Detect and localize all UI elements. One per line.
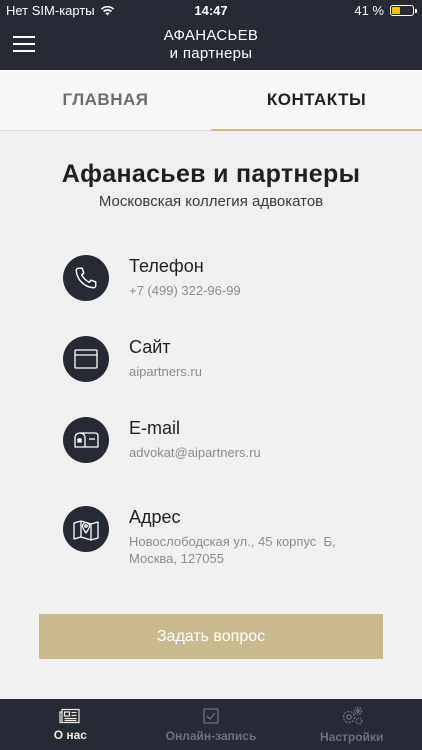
contact-phone[interactable]: Телефон +7 (499) 322-96-99 — [63, 255, 403, 305]
contact-website[interactable]: Сайт aipartners.ru — [63, 336, 403, 386]
contact-address-value: Новослободская ул., 45 корпус Б, Москва,… — [129, 533, 336, 567]
nav-item-about-label: О нас — [53, 727, 87, 742]
contact-email[interactable]: E-mail advokat@aipartners.ru — [63, 417, 403, 467]
ask-question-button[interactable]: Задать вопрос — [39, 614, 383, 659]
battery-percent: 41 % — [354, 3, 384, 18]
status-right: 41 % — [354, 3, 417, 18]
app-title: АФАНАСЬЕВ и партнеры — [0, 27, 422, 63]
status-bar: Нет SIM-карты 14:47 41 % — [0, 0, 422, 22]
app-title-line2: и партнеры — [169, 45, 253, 62]
company-header: Афанасьев и партнеры Московская коллегия… — [0, 160, 422, 210]
gears-icon — [342, 706, 363, 724]
checkbox-icon — [203, 707, 219, 724]
nav-item-about[interactable]: О нас — [0, 699, 141, 750]
contact-email-label: E-mail — [129, 418, 181, 438]
contact-phone-value: +7 (499) 322-96-99 — [129, 283, 241, 298]
contact-website-value: aipartners.ru — [129, 364, 202, 379]
nav-item-booking-label: Онлайн-запись — [165, 728, 257, 743]
mailbox-icon — [63, 417, 109, 463]
app-title-line1: АФАНАСЬЕВ — [163, 27, 259, 44]
tab-bar: ГЛАВНАЯ КОНТАКТЫ — [0, 70, 422, 131]
battery-fill — [392, 7, 401, 14]
nav-item-booking[interactable]: Онлайн-запись — [141, 699, 282, 750]
phone-icon — [63, 255, 109, 301]
map-icon — [63, 506, 109, 552]
contact-address-label: Адрес — [129, 507, 181, 527]
contact-address[interactable]: Адрес Новослободская ул., 45 корпус Б, М… — [63, 506, 403, 566]
battery-icon — [390, 5, 417, 16]
contact-website-label: Сайт — [129, 337, 171, 357]
contact-address-line1: Новослободская ул., 45 корпус Б, — [129, 534, 336, 549]
newspaper-icon — [59, 708, 80, 723]
bottom-nav: О нас Онлайн-запись Настройки — [0, 699, 422, 750]
tab-contacts[interactable]: КОНТАКТЫ — [211, 70, 422, 131]
nav-item-settings-label: Настройки — [320, 729, 384, 744]
contact-phone-label: Телефон — [129, 256, 204, 276]
nav-item-settings[interactable]: Настройки — [281, 699, 422, 750]
contact-email-value: advokat@aipartners.ru — [129, 445, 261, 460]
company-subtitle: Московская коллегия адвокатов — [98, 193, 324, 210]
tab-home[interactable]: ГЛАВНАЯ — [0, 70, 211, 130]
browser-window-icon — [63, 336, 109, 382]
contact-address-line2: Москва, 127055 — [129, 551, 224, 566]
company-name: Афанасьев и партнеры — [61, 160, 361, 188]
header-bar: АФАНАСЬЕВ и партнеры — [0, 22, 422, 70]
